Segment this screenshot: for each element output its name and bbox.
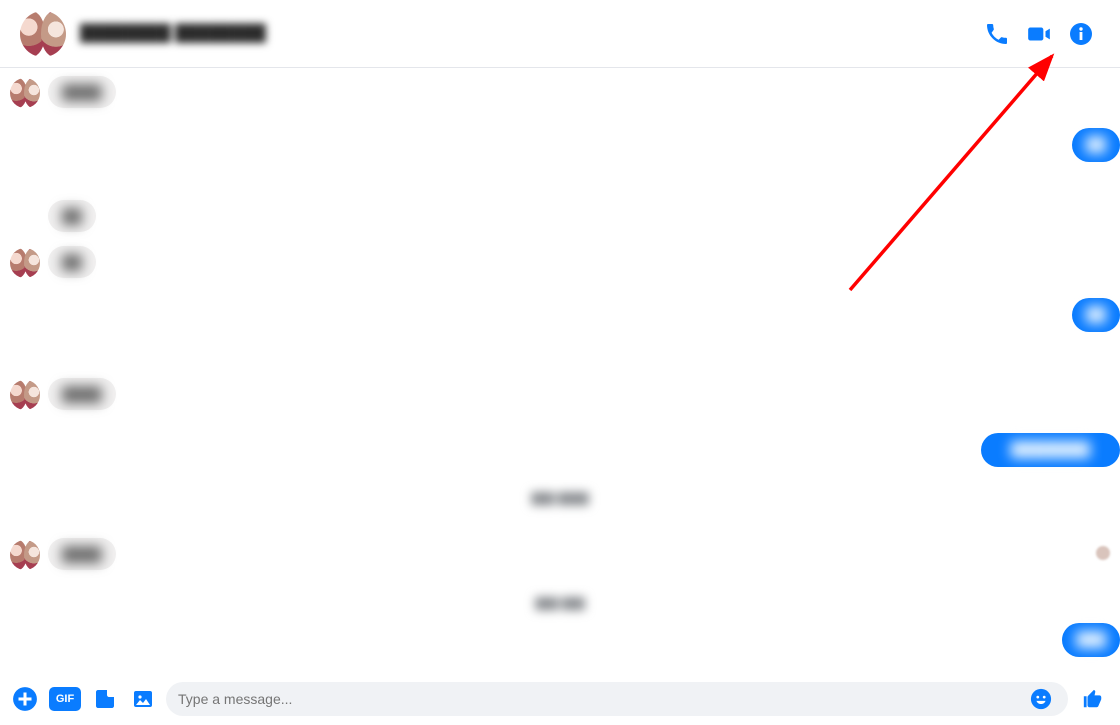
message-text: ████	[62, 84, 102, 100]
incoming-message[interactable]: ██	[48, 200, 96, 232]
video-call-button[interactable]	[1020, 15, 1058, 53]
conversation-header: ████████ ████████	[0, 0, 1120, 68]
image-button[interactable]	[128, 684, 158, 714]
sticker-button[interactable]	[90, 684, 120, 714]
message-text: ████	[62, 546, 102, 562]
message-text: ██	[1086, 306, 1106, 322]
incoming-row: ██	[0, 246, 1120, 278]
conversation-thread[interactable]: ███ ███████ ████████████████████████████…	[0, 68, 1120, 663]
message-text: ████	[62, 386, 102, 402]
smiley-icon	[1030, 688, 1052, 710]
info-icon	[1069, 22, 1093, 46]
outgoing-row: ██	[0, 128, 1120, 162]
message-text: ███	[1076, 631, 1106, 647]
timestamp-separator: ███ ███	[0, 598, 1120, 610]
contact-avatar[interactable]	[20, 11, 66, 57]
message-text: ██	[62, 254, 82, 270]
incoming-row: ████	[0, 76, 1120, 108]
outgoing-message[interactable]: ████████	[981, 433, 1120, 467]
timestamp-separator: ███ ████	[0, 493, 1120, 505]
outgoing-message[interactable]: ██	[1072, 298, 1120, 332]
incoming-row: ██	[0, 200, 1120, 232]
incoming-message[interactable]: ████	[48, 378, 116, 410]
video-icon	[1026, 21, 1052, 47]
message-avatar	[10, 248, 40, 278]
plus-circle-icon	[12, 686, 38, 712]
incoming-message[interactable]: ████	[48, 76, 116, 108]
outgoing-row: ██	[0, 298, 1120, 332]
message-input[interactable]	[176, 690, 1024, 708]
phone-icon	[985, 22, 1009, 46]
outgoing-row: ███	[0, 623, 1120, 657]
gif-icon: GIF	[49, 687, 81, 711]
incoming-row: ████	[0, 538, 1120, 570]
outgoing-message[interactable]: ███	[1062, 623, 1120, 657]
sticker-icon	[93, 687, 117, 711]
message-composer: GIF	[0, 673, 1120, 725]
outgoing-message[interactable]: ██	[1072, 128, 1120, 162]
voice-call-button[interactable]	[978, 15, 1016, 53]
message-input-container	[166, 682, 1068, 716]
seen-indicator	[1096, 546, 1110, 560]
contact-name[interactable]: ████████ ████████	[80, 25, 266, 43]
emoji-picker-button[interactable]	[1024, 687, 1058, 711]
image-icon	[131, 687, 155, 711]
thumbs-up-icon	[1082, 686, 1104, 712]
message-avatar	[10, 380, 40, 410]
message-text: ██	[62, 208, 82, 224]
incoming-row: ████	[0, 378, 1120, 410]
message-avatar	[10, 78, 40, 108]
gif-button[interactable]: GIF	[48, 684, 82, 714]
thumbs-up-button[interactable]	[1076, 682, 1110, 716]
message-text: ████████	[1011, 441, 1090, 457]
message-text: ██	[1086, 136, 1106, 152]
incoming-message[interactable]: ██	[48, 246, 96, 278]
info-button[interactable]	[1062, 15, 1100, 53]
add-attachment-button[interactable]	[10, 684, 40, 714]
message-avatar	[10, 540, 40, 570]
outgoing-row: ████████	[0, 433, 1120, 467]
incoming-message[interactable]: ████	[48, 538, 116, 570]
